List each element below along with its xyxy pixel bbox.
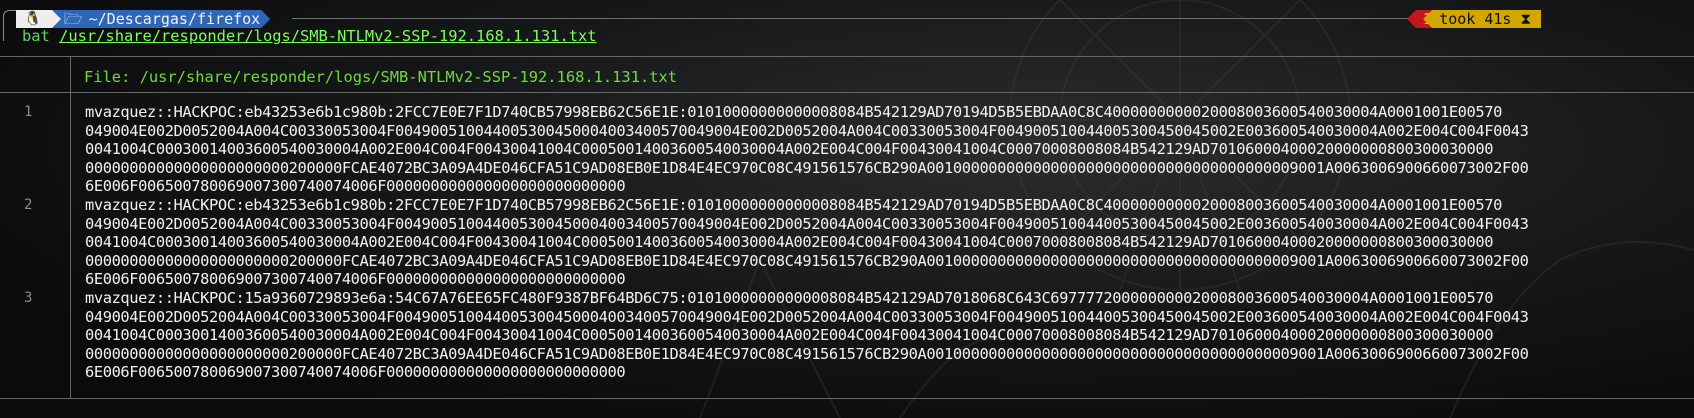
bat-top-rule <box>0 56 1694 57</box>
command-duration: took 41s ⧗ <box>1439 10 1531 28</box>
command-program: bat <box>22 27 50 45</box>
line-row: 6E006F006500780069007300740074006F000000… <box>85 270 626 289</box>
duration-segment: took 41s ⧗ <box>1423 10 1541 28</box>
line-row: 00000000000000000000000200000FCAE4072BC3… <box>85 251 1529 270</box>
line-text[interactable]: mvazquez::HACKPOC:eb43253e6b1c980b:2FCC7… <box>70 196 1694 289</box>
bat-file-content[interactable]: 1 mvazquez::HACKPOC:eb43253e6b1c980b:2FC… <box>0 103 1694 382</box>
prompt-rail <box>3 10 16 41</box>
line-row: 049004E002D0052004A004C00330053004F00490… <box>85 307 1529 326</box>
line-number: 3 <box>24 289 33 306</box>
line-row: 0041004C00030014003600540030004A002E004C… <box>85 326 1494 345</box>
linux-icon: 🐧 <box>24 11 42 27</box>
line-text[interactable]: mvazquez::HACKPOC:15a9360729893e6a:54C67… <box>70 289 1694 382</box>
bat-bottom-rule <box>0 398 1694 399</box>
command-line[interactable]: bat /usr/share/responder/logs/SMB-NTLMv2… <box>22 26 597 46</box>
terminal-window[interactable]: 🐧 🗁~/Descargas/firefox 1 ✘ took 41s ⧗ ba… <box>0 0 1694 418</box>
line-row: 6E006F006500780069007300740074006F000000… <box>85 177 626 196</box>
line-row: mvazquez::HACKPOC:eb43253e6b1c980b:2FCC7… <box>85 103 1502 121</box>
line-row: 049004E002D0052004A004C00330053004F00490… <box>85 214 1529 233</box>
file-line: 3 mvazquez::HACKPOC:15a9360729893e6a:54C… <box>0 289 1694 382</box>
file-line: 1 mvazquez::HACKPOC:eb43253e6b1c980b:2FC… <box>0 103 1694 196</box>
line-row: 0041004C00030014003600540030004A002E004C… <box>85 233 1494 252</box>
bat-file-header: File: /usr/share/responder/logs/SMB-NTLM… <box>84 68 678 86</box>
line-row: mvazquez::HACKPOC:15a9360729893e6a:54C67… <box>85 288 1494 307</box>
file-line: 2 mvazquez::HACKPOC:eb43253e6b1c980b:2FC… <box>0 196 1694 289</box>
line-row: 049004E002D0052004A004C00330053004F00490… <box>85 121 1529 140</box>
line-text[interactable]: mvazquez::HACKPOC:eb43253e6b1c980b:2FCC7… <box>70 103 1694 196</box>
line-row: 00000000000000000000000200000FCAE4072BC3… <box>85 344 1529 363</box>
line-number: 1 <box>24 104 33 120</box>
bat-header-rule <box>0 92 1694 93</box>
line-row: 00000000000000000000000200000FCAE4072BC3… <box>85 158 1529 177</box>
line-row: mvazquez::HACKPOC:eb43253e6b1c980b:2FCC7… <box>85 195 1502 214</box>
command-argument-path[interactable]: /usr/share/responder/logs/SMB-NTLMv2-SSP… <box>59 27 596 45</box>
bat-header-gutter-divider <box>70 57 71 93</box>
line-row: 0041004C00030014003600540030004A002E004C… <box>85 140 1494 159</box>
line-number: 2 <box>24 196 33 213</box>
line-row: 6E006F006500780069007300740074006F000000… <box>85 363 626 382</box>
prompt-separator-line <box>292 18 1464 19</box>
